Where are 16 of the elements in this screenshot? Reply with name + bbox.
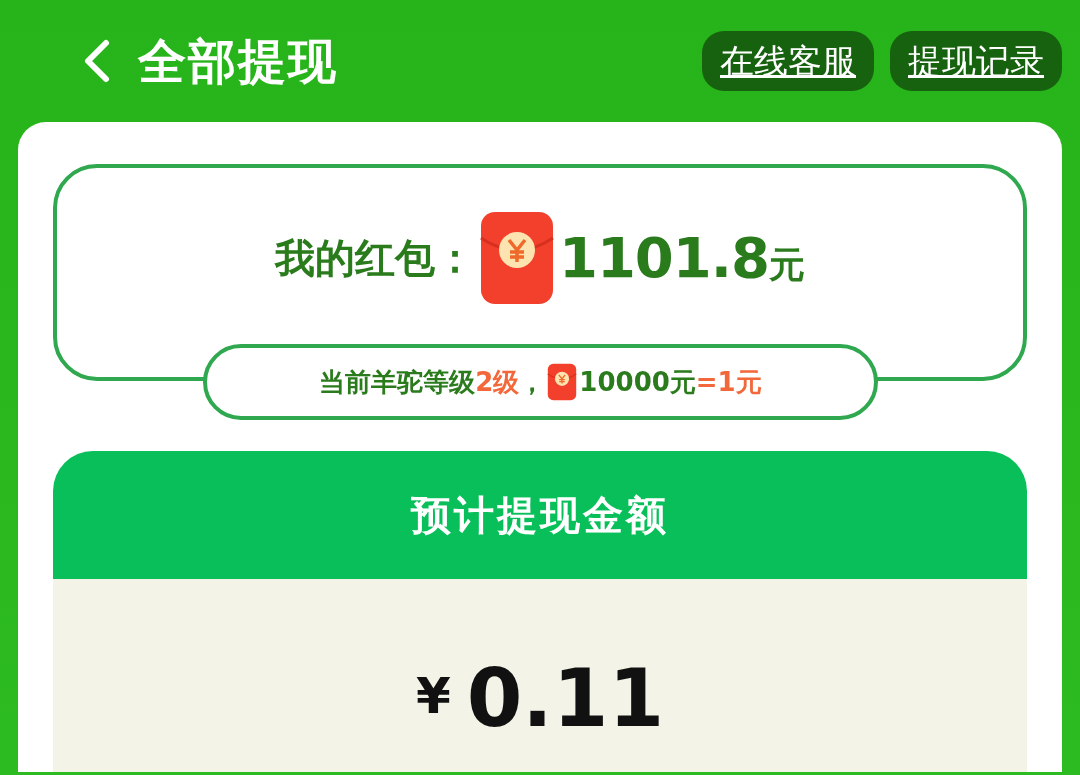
highlighted-rate-text: =1元 xyxy=(695,365,762,399)
rate-text: ， xyxy=(519,365,546,399)
currency-symbol: ¥ xyxy=(415,666,451,727)
envelope-icon xyxy=(478,209,555,306)
rate-text: 当前羊驼等级 xyxy=(319,365,476,399)
rate-text: 10000元 xyxy=(579,365,696,399)
withdraw-history-button[interactable]: 提现记录 xyxy=(890,30,1062,92)
highlighted-rate-text: 2级 xyxy=(475,365,520,399)
page-title: 全部提现 xyxy=(138,32,338,91)
envelope-icon xyxy=(547,363,578,401)
balance-unit: 元 xyxy=(769,242,806,287)
balance-label: 我的红包： xyxy=(274,233,475,283)
withdraw-amount: 0.11 xyxy=(466,651,665,747)
balance-amount: 1101.8 xyxy=(558,223,770,292)
customer-service-button[interactable]: 在线客服 xyxy=(702,30,874,92)
withdraw-title: 预计提现金额 xyxy=(411,491,669,540)
